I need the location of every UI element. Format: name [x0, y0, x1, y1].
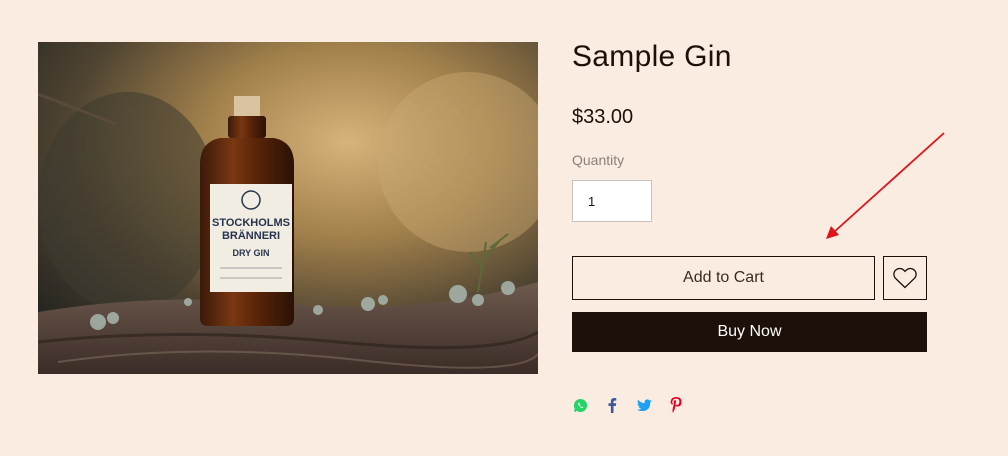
buy-now-button[interactable]: Buy Now: [572, 312, 927, 352]
whatsapp-share-link[interactable]: [572, 396, 588, 414]
facebook-icon: [608, 398, 617, 413]
pinterest-icon: [670, 397, 682, 413]
product-price: $33.00: [572, 106, 634, 128]
pinterest-share-link[interactable]: [668, 396, 684, 414]
quantity-label: Quantity: [572, 152, 625, 168]
twitter-share-link[interactable]: [636, 396, 652, 414]
product-title: Sample Gin: [572, 40, 732, 73]
bottle-label-line2: BRÄNNERI: [222, 229, 280, 242]
bottle-label-type: DRY GIN: [232, 248, 269, 258]
heart-icon: [893, 267, 917, 289]
quantity-input[interactable]: [572, 180, 652, 222]
add-to-cart-button[interactable]: Add to Cart: [572, 256, 875, 300]
wishlist-button[interactable]: [883, 256, 927, 300]
bottle-label-line1: STOCKHOLMS: [212, 217, 290, 229]
whatsapp-icon: [573, 398, 587, 412]
twitter-icon: [636, 398, 652, 411]
gin-bottle-photo: STOCKHOLMS BRÄNNERI DRY GIN: [38, 42, 538, 374]
facebook-share-link[interactable]: [604, 396, 620, 414]
product-image[interactable]: STOCKHOLMS BRÄNNERI DRY GIN: [38, 42, 538, 374]
share-bar: [572, 396, 700, 414]
